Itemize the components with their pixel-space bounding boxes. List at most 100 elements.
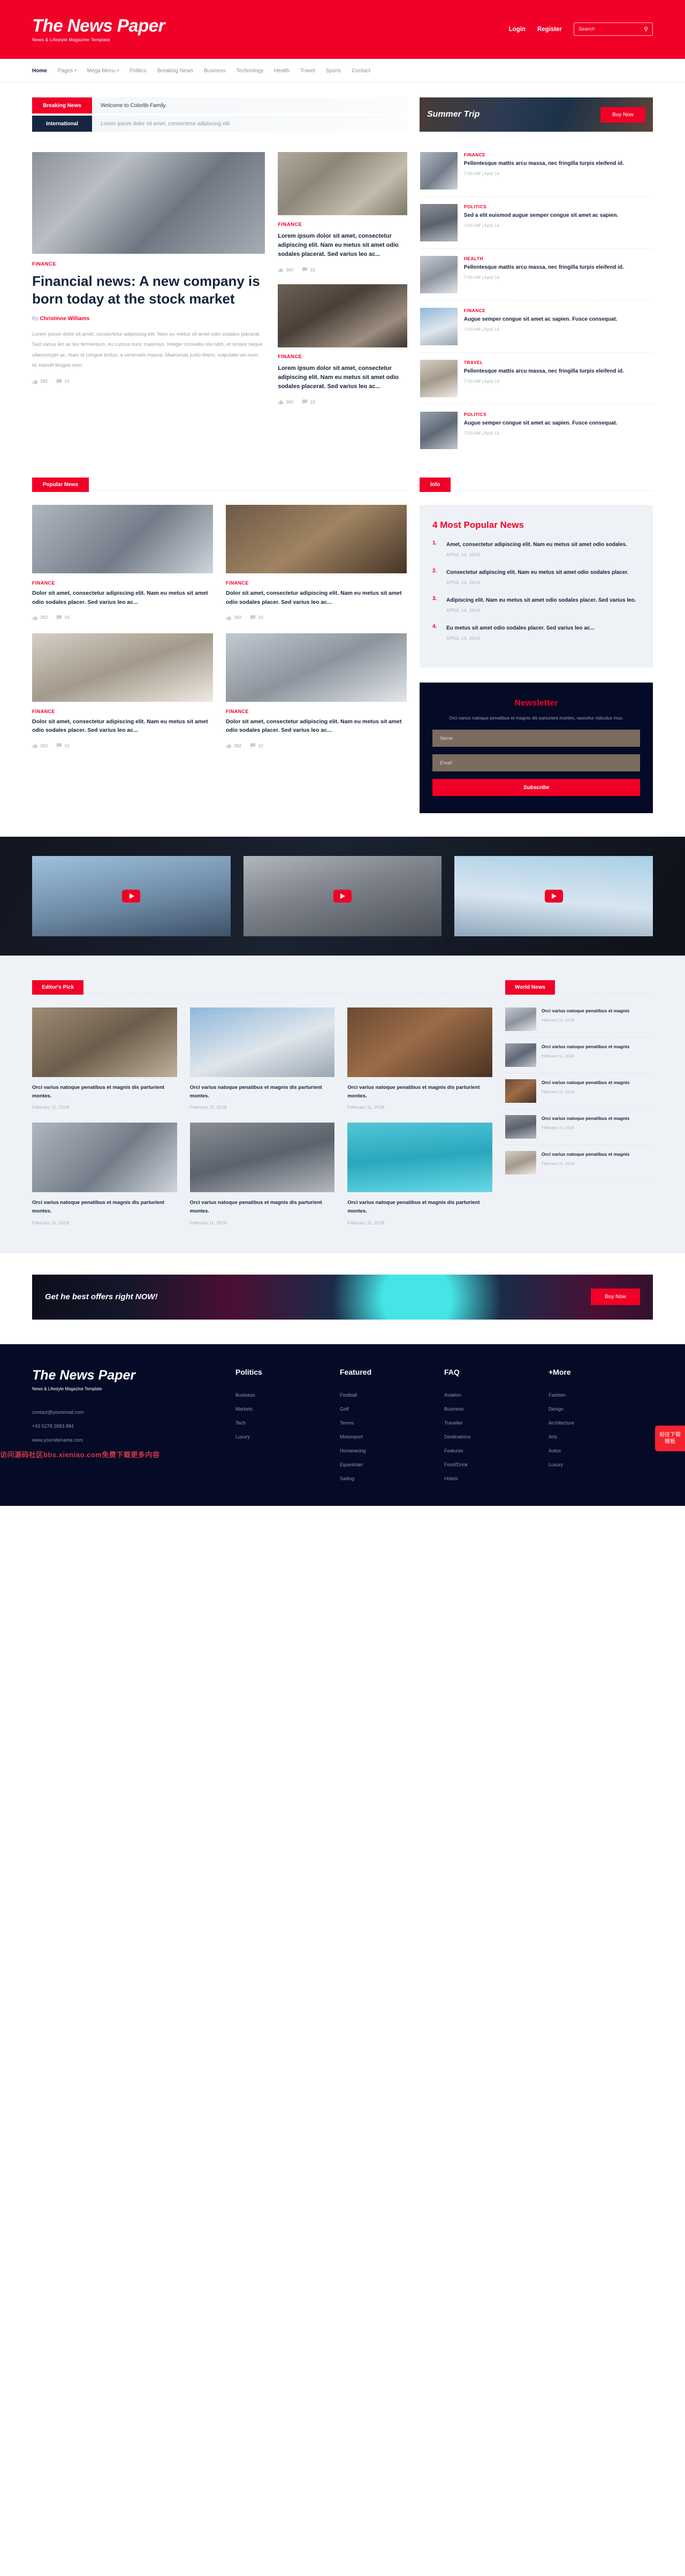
sidebar-news-category[interactable]: FINANCE — [464, 152, 653, 157]
editors-pick-card[interactable]: Orci varius natoque penatibus et magnis … — [189, 1007, 335, 1110]
world-news-title[interactable]: Orci varius natoque penatibus et magnis — [542, 1151, 653, 1158]
register-link[interactable]: Register — [537, 26, 562, 33]
popular-widget-title[interactable]: Consectetur adipiscing elit. Nam eu metu… — [446, 568, 640, 577]
hero-category[interactable]: FINANCE — [32, 261, 265, 267]
footer-phone[interactable]: +43 5278 2883 884 — [32, 1423, 235, 1429]
search-icon[interactable]: ⚲ — [644, 26, 648, 33]
popular-widget-item[interactable]: 3. Adipiscing elit. Nam eu metus sit ame… — [432, 596, 640, 613]
footer-link[interactable]: Hotels — [444, 1476, 549, 1481]
play-icon[interactable] — [122, 890, 141, 903]
footer-link[interactable]: Sailing — [340, 1476, 444, 1481]
footer-link[interactable]: Traveller — [444, 1420, 549, 1426]
video-card[interactable] — [32, 856, 231, 937]
play-icon[interactable] — [544, 890, 563, 903]
nav-item-pages[interactable]: Pages ▾ — [58, 68, 77, 74]
world-news-title[interactable]: Orci varius natoque penatibus et magnis — [542, 1079, 653, 1087]
world-news-item[interactable]: Orci varius natoque penatibus et magnis … — [505, 1073, 653, 1110]
summer-trip-promo[interactable]: Summer Trip Buy Now — [420, 97, 653, 132]
sidebar-news-title[interactable]: Augue semper congue sit amet ac sapien. … — [464, 419, 653, 427]
info-tag[interactable]: Info — [420, 478, 451, 492]
newsletter-subscribe-button[interactable]: Subscribe — [432, 779, 640, 797]
popular-news-tag[interactable]: Popular News — [32, 478, 89, 492]
nav-item-home[interactable]: Home — [32, 68, 47, 74]
footer-link[interactable]: Destinations — [444, 1434, 549, 1439]
footer-link[interactable]: Fashion — [549, 1392, 653, 1398]
popular-card-title[interactable]: Dolor sit amet, consectetur adipiscing e… — [32, 589, 213, 607]
hero-mid-title[interactable]: Lorem ipsum dolor sit amet, consectetur … — [278, 232, 407, 259]
sidebar-news-item[interactable]: TRAVEL Pellentesque mattis arcu massa, n… — [420, 353, 653, 405]
nav-item-breaking-news[interactable]: Breaking News — [157, 68, 193, 74]
login-link[interactable]: Login — [509, 26, 526, 33]
nav-item-health[interactable]: Health — [274, 68, 290, 74]
search-box[interactable]: ⚲ — [574, 22, 653, 36]
footer-link[interactable]: Tech — [235, 1420, 340, 1426]
hero-mid-article[interactable]: FINANCE Lorem ipsum dolor sit amet, cons… — [278, 284, 407, 405]
footer-link[interactable]: Golf — [340, 1406, 444, 1412]
hero-author[interactable]: Christinne Williams — [40, 316, 89, 322]
editors-pick-card[interactable]: Orci varius natoque penatibus et magnis … — [32, 1123, 177, 1225]
footer-link[interactable]: Aviation — [444, 1392, 549, 1398]
footer-link[interactable]: Tennis — [340, 1420, 444, 1426]
sidebar-news-category[interactable]: POLITICS — [464, 204, 653, 209]
nav-item-travel[interactable]: Travel — [300, 68, 315, 74]
popular-card[interactable]: FINANCE Dolor sit amet, consectetur adip… — [226, 633, 407, 749]
sidebar-news-category[interactable]: POLITICS — [464, 412, 653, 417]
sidebar-news-title[interactable]: Pellentesque mattis arcu massa, nec frin… — [464, 367, 653, 375]
world-news-tag[interactable]: World News — [505, 980, 555, 995]
editors-pick-card[interactable]: Orci varius natoque penatibus et magnis … — [347, 1007, 492, 1110]
editors-pick-title[interactable]: Orci varius natoque penatibus et magnis … — [190, 1084, 335, 1100]
sidebar-news-item[interactable]: POLITICS Sed a elit euismod augue semper… — [420, 197, 653, 249]
footer-link[interactable]: Business — [235, 1392, 340, 1398]
editors-pick-title[interactable]: Orci varius natoque penatibus et magnis … — [347, 1199, 492, 1215]
popular-widget-item[interactable]: 4. Eu metus sit amet odio sodales placer… — [432, 624, 640, 641]
footer-link[interactable]: Business — [444, 1406, 549, 1412]
popular-widget-title[interactable]: Adipiscing elit. Nam eu metus sit amet o… — [446, 596, 640, 605]
nav-item-mega-menu[interactable]: Mega Menu ▾ — [87, 68, 119, 74]
editors-pick-card[interactable]: Orci varius natoque penatibus et magnis … — [32, 1007, 177, 1110]
popular-widget-item[interactable]: 2. Consectetur adipiscing elit. Nam eu m… — [432, 568, 640, 585]
footer-logo[interactable]: The News Paper — [32, 1368, 235, 1383]
sidebar-news-title[interactable]: Sed a elit euismod augue semper congue s… — [464, 211, 653, 219]
footer-link[interactable]: Luxury — [549, 1462, 653, 1467]
sidebar-news-item[interactable]: FINANCE Augue semper congue sit amet ac … — [420, 301, 653, 353]
hero-title[interactable]: Financial news: A new company is born to… — [32, 272, 265, 307]
brand[interactable]: The News Paper News & Lifestyle Magazine… — [32, 16, 165, 42]
offer-banner[interactable]: Get he best offers right NOW! Buy Now — [32, 1274, 653, 1320]
world-news-item[interactable]: Orci varius natoque penatibus et magnis … — [505, 1007, 653, 1038]
world-news-item[interactable]: Orci varius natoque penatibus et magnis … — [505, 1037, 653, 1074]
footer-link[interactable]: Equestrian — [340, 1462, 444, 1467]
popular-card[interactable]: FINANCE Dolor sit amet, consectetur adip… — [226, 505, 407, 620]
sidebar-news-title[interactable]: Pellentesque mattis arcu massa, nec frin… — [464, 160, 653, 168]
editors-pick-title[interactable]: Orci varius natoque penatibus et magnis … — [32, 1199, 177, 1215]
footer-website[interactable]: www.yoursitename.com — [32, 1437, 235, 1443]
footer-link[interactable]: Arts — [549, 1434, 653, 1439]
world-news-title[interactable]: Orci varius natoque penatibus et magnis — [542, 1115, 653, 1123]
nav-item-contact[interactable]: Contact — [352, 68, 370, 74]
newsletter-name-input[interactable] — [432, 730, 640, 747]
sidebar-news-category[interactable]: FINANCE — [464, 308, 653, 313]
offer-buy-now-button[interactable]: Buy Now — [590, 1289, 640, 1306]
video-card[interactable] — [454, 856, 653, 937]
popular-card-category[interactable]: FINANCE — [226, 709, 407, 714]
footer-link[interactable]: Markets — [235, 1406, 340, 1412]
footer-email[interactable]: contact@youremail.com — [32, 1410, 235, 1415]
popular-card-category[interactable]: FINANCE — [226, 580, 407, 586]
world-news-item[interactable]: Orci varius natoque penatibus et magnis … — [505, 1109, 653, 1146]
hero-mid-category[interactable]: FINANCE — [278, 354, 407, 360]
ticker-tag[interactable]: Breaking News — [32, 97, 92, 113]
popular-widget-item[interactable]: 1. Amet, consectetur adipiscing elit. Na… — [432, 540, 640, 557]
popular-card-category[interactable]: FINANCE — [32, 580, 213, 586]
footer-link[interactable]: Features — [444, 1448, 549, 1453]
nav-item-technology[interactable]: Technology — [237, 68, 264, 74]
editors-pick-card[interactable]: Orci varius natoque penatibus et magnis … — [189, 1123, 335, 1225]
ticker-text[interactable]: Welcome to Colorlib Family. — [92, 97, 407, 113]
sidebar-news-item[interactable]: HEALTH Pellentesque mattis arcu massa, n… — [420, 249, 653, 301]
sidebar-news-item[interactable]: POLITICS Augue semper congue sit amet ac… — [420, 405, 653, 456]
editors-pick-title[interactable]: Orci varius natoque penatibus et magnis … — [32, 1084, 177, 1100]
nav-item-sports[interactable]: Sports — [325, 68, 341, 74]
popular-card[interactable]: FINANCE Dolor sit amet, consectetur adip… — [32, 633, 213, 749]
footer-link[interactable]: Design — [549, 1406, 653, 1412]
hero-main-article[interactable]: FINANCE Financial news: A new company is… — [32, 152, 265, 456]
nav-item-politics[interactable]: Politics — [130, 68, 147, 74]
footer-link[interactable]: Horseracing — [340, 1448, 444, 1453]
